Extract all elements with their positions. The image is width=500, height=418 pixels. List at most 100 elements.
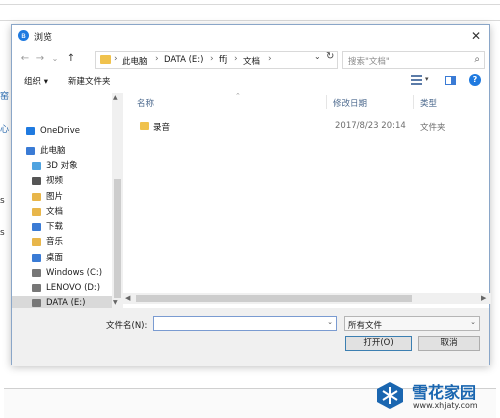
music-icon	[32, 238, 41, 246]
background-text: 窑	[0, 92, 10, 102]
sidebar-item-label: DATA (E:)	[46, 298, 86, 308]
sidebar-item-label: 下载	[46, 222, 64, 232]
drive-icon	[32, 284, 41, 292]
background-text: 心	[0, 125, 10, 135]
document-icon	[32, 208, 41, 216]
scroll-left-icon[interactable]: ◀	[125, 294, 130, 302]
breadcrumb-this-pc[interactable]: 此电脑	[122, 55, 148, 67]
open-button[interactable]: 打开(O)	[345, 336, 412, 351]
folder-icon	[140, 122, 149, 130]
recent-locations-dropdown-icon[interactable]: ⌄	[49, 52, 61, 66]
file-type-value: 所有文件	[348, 321, 383, 331]
address-bar[interactable]: › 此电脑 › DATA (E:) › ffj › 文档 ›	[95, 51, 338, 69]
chevron-down-icon[interactable]: ⌄	[470, 318, 476, 326]
file-list: ⌃ 名称 修改日期 类型 录音 2017/8/23 20:14 文件夹	[127, 92, 491, 293]
filename-field[interactable]: ⌄	[153, 316, 337, 331]
breadcrumb-ffj[interactable]: ffj	[219, 55, 227, 65]
breadcrumb-documents[interactable]: 文档	[243, 55, 260, 67]
file-type-select[interactable]: 所有文件 ⌄	[344, 316, 480, 331]
column-header-type[interactable]: 类型	[420, 97, 437, 109]
filename-label: 文件名(N):	[106, 321, 148, 331]
sidebar-item-label: 此电脑	[40, 146, 66, 156]
picture-icon	[32, 193, 41, 201]
forward-arrow-icon[interactable]: →	[34, 52, 46, 66]
close-button[interactable]: ✕	[467, 28, 485, 44]
search-box[interactable]: 搜索"文档" ⌕	[342, 51, 485, 69]
bluetooth-icon: ʙ	[18, 30, 29, 41]
sidebar-item-lenovo-d[interactable]: LENOVO (D:)	[12, 281, 112, 295]
sidebar-item-label: 文档	[46, 207, 64, 217]
sort-ascending-icon: ⌃	[235, 92, 241, 100]
sidebar-item-onedrive[interactable]: OneDrive	[12, 124, 112, 138]
chevron-right-icon: ›	[234, 54, 238, 64]
sidebar-item-downloads[interactable]: 下载	[12, 220, 112, 234]
sidebar-item-3d-objects[interactable]: 3D 对象	[12, 159, 112, 173]
scrollbar-thumb[interactable]	[136, 295, 412, 302]
sidebar-item-desktop[interactable]: 桌面	[12, 251, 112, 265]
sidebar-item-data-e[interactable]: DATA (E:)	[12, 296, 112, 308]
file-list-horizontal-scrollbar[interactable]: ◀ ▶	[123, 293, 491, 304]
snowflake-logo-icon	[377, 382, 403, 409]
chevron-right-icon: ›	[268, 54, 272, 64]
sidebar-item-label: 3D 对象	[46, 161, 78, 171]
dialog-title: 浏览	[34, 33, 53, 43]
filename-input[interactable]	[156, 318, 324, 329]
computer-icon	[26, 147, 35, 155]
search-icon[interactable]: ⌕	[474, 54, 480, 65]
organize-button[interactable]: 组织 ▾	[24, 75, 48, 87]
breadcrumb-data-drive[interactable]: DATA (E:)	[164, 55, 203, 65]
sidebar-item-windows-c[interactable]: Windows (C:)	[12, 266, 112, 280]
sidebar-item-label: 视频	[46, 176, 64, 186]
sidebar-item-music[interactable]: 音乐	[12, 235, 112, 249]
drive-icon	[32, 299, 41, 307]
sidebar-item-label: 图片	[46, 192, 64, 202]
up-arrow-icon[interactable]: ↑	[65, 52, 77, 66]
background-text: s	[0, 196, 5, 206]
search-placeholder: 搜索"文档"	[348, 57, 390, 67]
scroll-down-icon[interactable]: ▼	[113, 299, 118, 306]
navigation-pane-scrollbar[interactable]: ▲ ▼	[112, 93, 123, 308]
column-divider[interactable]	[326, 95, 327, 109]
watermark-title: 雪花家园	[412, 383, 477, 402]
navigation-bar: ← → ⌄ ↑ › 此电脑 › DATA (E:) › ffj › 文档 › ⌄…	[12, 49, 489, 71]
scrollbar-thumb[interactable]	[114, 179, 121, 298]
command-bar: 组织 ▾ 新建文件夹 ▾ ?	[12, 71, 489, 91]
column-header-modified[interactable]: 修改日期	[333, 97, 367, 109]
preview-pane-icon[interactable]	[445, 76, 456, 85]
chevron-right-icon: ›	[114, 54, 118, 64]
file-modified: 2017/8/23 20:14	[335, 121, 406, 131]
title-bar[interactable]: ʙ 浏览 ✕	[12, 25, 489, 47]
view-mode-icon[interactable]	[411, 75, 422, 85]
sidebar-item-pictures[interactable]: 图片	[12, 190, 112, 204]
sidebar-item-this-pc[interactable]: 此电脑	[12, 144, 112, 158]
watermark-url: www.xhjaty.com	[413, 401, 478, 410]
chevron-right-icon: ›	[210, 54, 214, 64]
navigation-pane: OneDrive 此电脑 3D 对象视频图片文档下载音乐桌面 Windows (C:)…	[12, 93, 123, 308]
new-folder-button[interactable]: 新建文件夹	[68, 75, 111, 87]
sidebar-item-videos[interactable]: 视频	[12, 174, 112, 188]
refresh-icon[interactable]: ↻	[326, 51, 334, 62]
watermark: 雪花家园 www.xhjaty.com	[371, 376, 496, 414]
chevron-right-icon: ›	[155, 54, 159, 64]
sidebar-item-documents[interactable]: 文档	[12, 205, 112, 219]
cloud-icon	[26, 127, 35, 135]
address-dropdown-icon[interactable]: ⌄	[314, 52, 321, 61]
sidebar-item-label: 音乐	[46, 237, 64, 247]
file-row[interactable]: 录音 2017/8/23 20:14 文件夹	[127, 119, 491, 133]
sidebar-item-label: OneDrive	[40, 126, 80, 136]
view-dropdown-icon[interactable]: ▾	[425, 75, 429, 83]
background-text: s	[0, 228, 5, 238]
back-arrow-icon[interactable]: ←	[19, 52, 31, 66]
scroll-up-icon[interactable]: ▲	[113, 94, 118, 101]
cancel-button[interactable]: 取消	[418, 336, 480, 351]
column-header-name[interactable]: 名称	[137, 97, 154, 109]
dialog-footer: 文件名(N): ⌄ 所有文件 ⌄ 打开(O) 取消	[12, 308, 489, 366]
chevron-down-icon[interactable]: ⌄	[327, 318, 333, 326]
background-divider	[0, 20, 500, 21]
column-divider[interactable]	[413, 95, 414, 109]
browse-dialog: ʙ 浏览 ✕ ← → ⌄ ↑ › 此电脑 › DATA (E:) › ffj ›…	[11, 24, 491, 366]
scroll-right-icon[interactable]: ▶	[481, 294, 486, 302]
video-icon	[32, 177, 41, 185]
file-type: 文件夹	[420, 123, 446, 133]
help-icon[interactable]: ?	[469, 74, 481, 86]
